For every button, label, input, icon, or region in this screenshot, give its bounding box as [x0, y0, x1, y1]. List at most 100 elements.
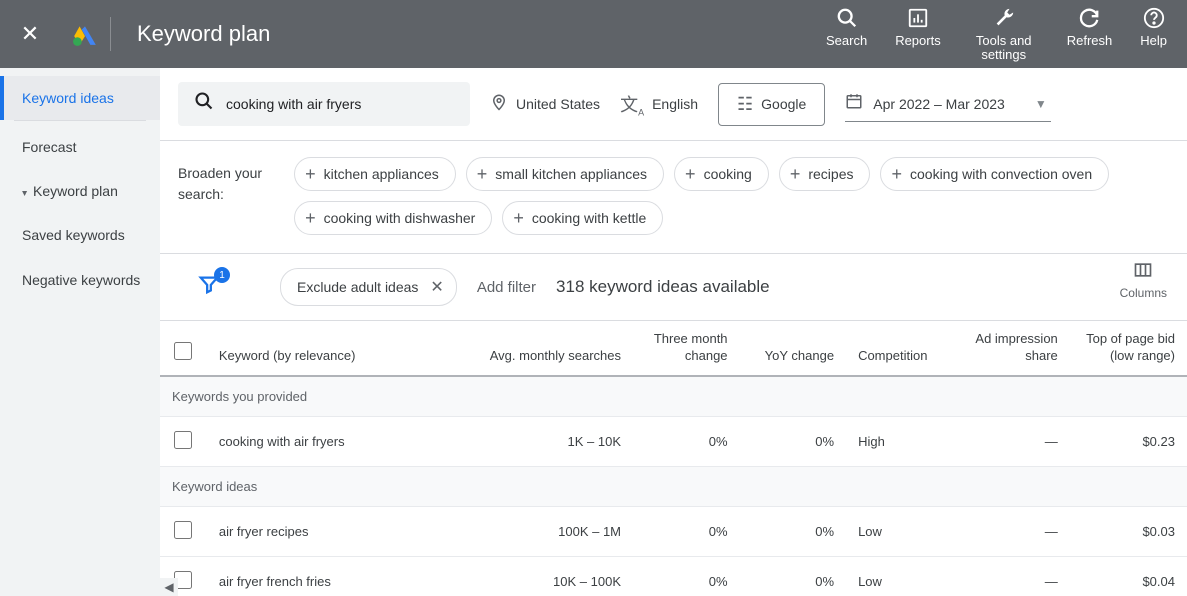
top-bar-left: ✕ Keyword plan — [0, 0, 270, 68]
columns-icon — [1120, 260, 1167, 286]
date-range-chip[interactable]: Apr 2022 – Mar 2023 ▼ — [845, 86, 1050, 122]
cell-bid: $0.04 — [1070, 556, 1187, 596]
cell-competition: Low — [846, 506, 953, 556]
filter-count-badge: 1 — [214, 267, 230, 283]
ads-logo — [60, 21, 110, 47]
cell-keyword: cooking with air fryers — [207, 416, 463, 466]
keyword-search-input[interactable] — [226, 96, 454, 112]
cell-avg: 100K – 1M — [463, 506, 633, 556]
cell-competition: High — [846, 416, 953, 466]
translate-icon: 文A — [620, 91, 644, 118]
broaden-chip[interactable]: +cooking — [674, 157, 769, 191]
cell-avg: 10K – 100K — [463, 556, 633, 596]
table-row: air fryer recipes 100K – 1M 0% 0% Low — … — [160, 506, 1187, 556]
cell-ad-share: — — [953, 556, 1070, 596]
search-button[interactable]: Search — [826, 6, 867, 63]
section-provided: Keywords you provided — [160, 376, 1187, 417]
col-three-month[interactable]: Three month change — [633, 321, 740, 376]
cell-yoy: 0% — [740, 506, 847, 556]
table-row: cooking with air fryers 1K – 10K 0% 0% H… — [160, 416, 1187, 466]
cell-keyword: air fryer french fries — [207, 556, 463, 596]
sidebar-item-forecast[interactable]: Forecast — [0, 125, 160, 169]
network-chip[interactable]: ☷ Google — [718, 83, 825, 126]
broaden-chip[interactable]: +small kitchen appliances — [466, 157, 664, 191]
col-avg-searches[interactable]: Avg. monthly searches — [463, 321, 633, 376]
broaden-chip[interactable]: +cooking with convection oven — [880, 157, 1109, 191]
row-checkbox[interactable] — [174, 521, 192, 539]
sidebar-item-keyword-ideas[interactable]: Keyword ideas — [0, 76, 160, 120]
results-table: Keyword (by relevance) Avg. monthly sear… — [160, 320, 1187, 596]
language-chip[interactable]: 文A English — [620, 91, 698, 118]
sidebar: Keyword ideas Forecast Keyword plan Save… — [0, 68, 160, 596]
plus-icon: + — [305, 209, 316, 227]
ideas-count-label: 318 keyword ideas available — [556, 277, 770, 297]
broaden-label: Broaden your search: — [178, 157, 276, 205]
columns-button[interactable]: Columns — [1120, 260, 1167, 300]
help-button[interactable]: Help — [1140, 6, 1167, 63]
refresh-icon — [1078, 6, 1100, 30]
chevron-down-icon: ▼ — [1035, 97, 1047, 111]
cell-bid: $0.03 — [1070, 506, 1187, 556]
calendar-icon — [845, 92, 863, 115]
table-row: air fryer french fries 10K – 100K 0% 0% … — [160, 556, 1187, 596]
help-icon — [1143, 6, 1165, 30]
filter-row: United States 文A English ☷ Google Apr 20… — [160, 68, 1187, 141]
filter-funnel-button[interactable]: 1 — [198, 273, 220, 301]
wrench-icon — [993, 6, 1015, 30]
broaden-chips: +kitchen appliances +small kitchen appli… — [294, 157, 1169, 235]
col-competition[interactable]: Competition — [846, 321, 953, 376]
plus-icon: + — [305, 165, 316, 183]
add-filter-button[interactable]: Add filter — [477, 279, 536, 296]
cell-yoy: 0% — [740, 556, 847, 596]
network-icon: ☷ — [737, 94, 753, 115]
scroll-left-icon[interactable]: ◀ — [160, 578, 178, 596]
sidebar-item-keyword-plan[interactable]: Keyword plan — [0, 169, 160, 213]
broaden-chip[interactable]: +recipes — [779, 157, 871, 191]
close-icon[interactable]: ✕ — [430, 277, 443, 297]
main-content: United States 文A English ☷ Google Apr 20… — [160, 68, 1187, 596]
sidebar-item-saved-keywords[interactable]: Saved keywords — [0, 213, 160, 257]
cell-keyword: air fryer recipes — [207, 506, 463, 556]
col-ad-share[interactable]: Ad impression share — [953, 321, 1070, 376]
plus-icon: + — [891, 165, 902, 183]
keyword-search-box[interactable] — [178, 82, 470, 126]
col-top-bid-low[interactable]: Top of page bid (low range) — [1070, 321, 1187, 376]
plus-icon: + — [513, 209, 524, 227]
divider — [14, 120, 146, 121]
broaden-chip[interactable]: +cooking with kettle — [502, 201, 663, 235]
broaden-row: Broaden your search: +kitchen appliances… — [160, 141, 1187, 254]
reports-button[interactable]: Reports — [895, 6, 941, 63]
refresh-button[interactable]: Refresh — [1067, 6, 1113, 63]
cell-bid: $0.23 — [1070, 416, 1187, 466]
location-chip[interactable]: United States — [490, 93, 600, 116]
exclude-adult-chip[interactable]: Exclude adult ideas ✕ — [280, 268, 457, 306]
plus-icon: + — [477, 165, 488, 183]
search-icon — [836, 6, 858, 30]
select-all-checkbox[interactable] — [174, 342, 192, 360]
tools-row: 1 Exclude adult ideas ✕ Add filter 318 k… — [160, 254, 1187, 320]
sidebar-item-negative-keywords[interactable]: Negative keywords — [0, 257, 160, 305]
search-icon — [194, 91, 214, 117]
page-title: Keyword plan — [137, 21, 270, 47]
cell-competition: Low — [846, 556, 953, 596]
plus-icon: + — [685, 165, 696, 183]
cell-ad-share: — — [953, 506, 1070, 556]
cell-ad-share: — — [953, 416, 1070, 466]
broaden-chip[interactable]: +kitchen appliances — [294, 157, 456, 191]
cell-avg: 1K – 10K — [463, 416, 633, 466]
top-bar-actions: Search Reports Tools and settings Refres… — [826, 6, 1187, 63]
col-keyword[interactable]: Keyword (by relevance) — [207, 321, 463, 376]
cell-three-month: 0% — [633, 506, 740, 556]
location-icon — [490, 93, 508, 116]
top-bar: ✕ Keyword plan Search Reports Tools and … — [0, 0, 1187, 68]
close-icon[interactable]: ✕ — [0, 21, 60, 47]
cell-three-month: 0% — [633, 556, 740, 596]
broaden-chip[interactable]: +cooking with dishwasher — [294, 201, 492, 235]
tools-button[interactable]: Tools and settings — [969, 6, 1039, 63]
table-header-row: Keyword (by relevance) Avg. monthly sear… — [160, 321, 1187, 376]
col-yoy[interactable]: YoY change — [740, 321, 847, 376]
row-checkbox[interactable] — [174, 431, 192, 449]
section-ideas: Keyword ideas — [160, 466, 1187, 506]
divider — [110, 17, 111, 51]
plus-icon: + — [790, 165, 801, 183]
